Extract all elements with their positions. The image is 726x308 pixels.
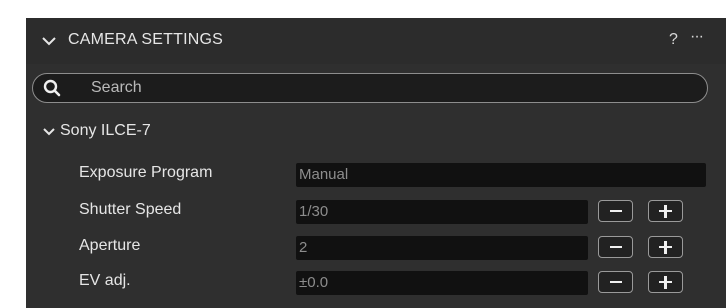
plus-icon	[659, 275, 672, 289]
setting-row-ev-adj: EV adj. ±0.0	[26, 268, 726, 298]
minus-icon	[609, 280, 622, 284]
shutter-speed-increase-button[interactable]	[648, 200, 683, 222]
minus-icon	[609, 245, 622, 249]
setting-row-shutter-speed: Shutter Speed 1/30	[26, 197, 726, 227]
setting-label: EV adj.	[79, 272, 131, 289]
search-box[interactable]	[32, 73, 708, 103]
setting-label: Shutter Speed	[79, 201, 182, 218]
setting-label: Aperture	[79, 237, 141, 254]
ev-adj-increase-button[interactable]	[648, 271, 683, 293]
aperture-increase-button[interactable]	[648, 236, 683, 258]
group-header-sony-ilce-7[interactable]: Sony ILCE-7	[26, 122, 726, 148]
ev-adj-decrease-button[interactable]	[598, 271, 633, 293]
exposure-program-field[interactable]: Manual	[296, 163, 706, 187]
ev-adj-field[interactable]: ±0.0	[296, 271, 588, 295]
help-button[interactable]: ?	[669, 31, 678, 49]
setting-label: Exposure Program	[79, 164, 213, 181]
search-icon	[43, 79, 61, 97]
chevron-down-icon[interactable]	[42, 37, 56, 46]
aperture-decrease-button[interactable]	[598, 236, 633, 258]
search-input[interactable]	[91, 78, 651, 98]
more-options-button[interactable]: ···	[690, 28, 704, 46]
setting-row-aperture: Aperture 2	[26, 233, 726, 263]
plus-icon	[659, 204, 672, 218]
group-label: Sony ILCE-7	[60, 122, 151, 139]
panel-title: CAMERA SETTINGS	[68, 31, 224, 48]
shutter-speed-decrease-button[interactable]	[598, 200, 633, 222]
chevron-down-icon[interactable]	[43, 128, 55, 136]
shutter-speed-field[interactable]: 1/30	[296, 200, 588, 224]
camera-settings-panel: CAMERA SETTINGS ? ··· Sony ILCE-7 Exposu…	[26, 18, 726, 308]
setting-row-exposure-program: Exposure Program Manual	[26, 160, 726, 190]
aperture-field[interactable]: 2	[296, 236, 588, 260]
minus-icon	[609, 209, 622, 213]
panel-header[interactable]: CAMERA SETTINGS ? ···	[26, 18, 726, 64]
plus-icon	[659, 240, 672, 254]
